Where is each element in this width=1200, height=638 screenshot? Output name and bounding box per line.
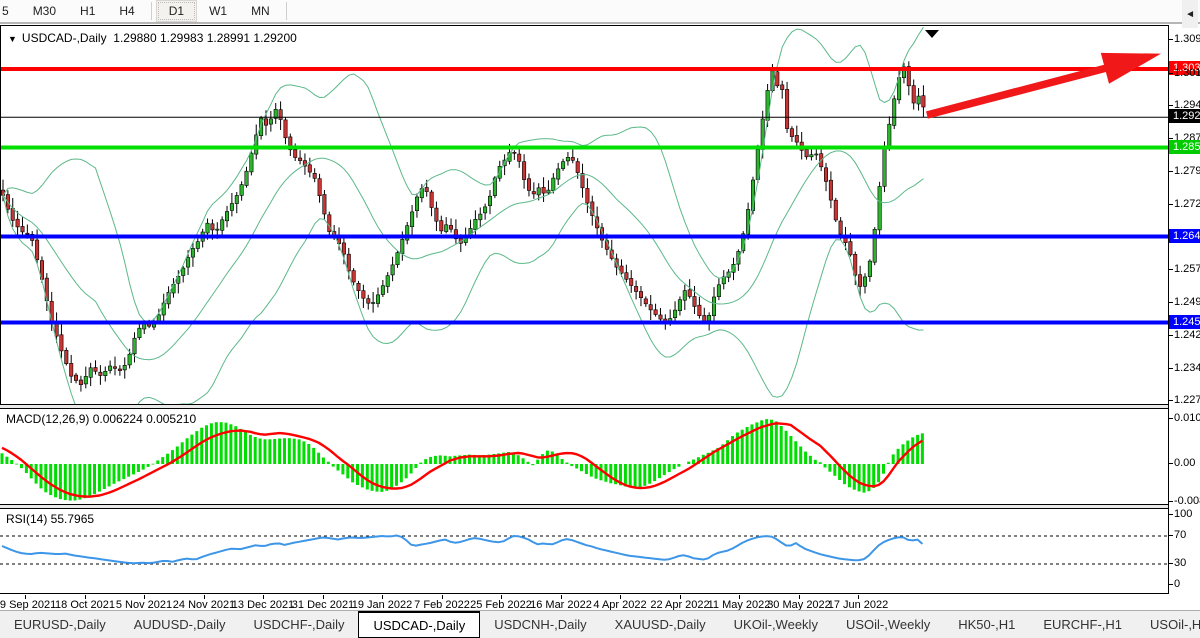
price-axis-label: 1.3019	[1174, 67, 1200, 79]
rsi-line	[2, 536, 922, 564]
price-badge-1.2452: 1.2452	[1169, 315, 1200, 329]
price-axis-label: 1.3095	[1174, 33, 1200, 45]
price-axis-tick	[1169, 138, 1173, 139]
candles	[1, 61, 925, 391]
price-badge-1.2648: 1.2648	[1169, 229, 1200, 243]
price-axis-tick	[1169, 171, 1173, 172]
chart-symbol-label: USDCAD-,Daily	[22, 31, 107, 45]
timeframe-button-w1[interactable]: W1	[197, 0, 239, 22]
price-axis-tick	[1169, 335, 1173, 336]
trend-arrow-shaft	[927, 66, 1115, 115]
price-axis-tick	[1169, 302, 1173, 303]
rsi-axis: 100 70 30 0	[1169, 508, 1200, 595]
price-badge-1.2851: 1.2851	[1169, 140, 1200, 154]
tab-scroll-left-icon[interactable]: ◄	[1182, 0, 1198, 28]
rsi-panel[interactable]: RSI(14) 55.7965	[0, 508, 1168, 594]
rsi-axis-tick	[1169, 514, 1173, 515]
macd-axis-label: 0.01057	[1174, 412, 1200, 424]
symbol-tab-hk50-h1[interactable]: HK50-,H1	[944, 611, 1029, 638]
macd-axis-label: -0.0089	[1174, 495, 1200, 506]
rsi-label: RSI(14) 55.7965	[6, 512, 94, 526]
bollinger-lower	[3, 195, 923, 404]
symbol-tab-usdchf-daily[interactable]: USDCHF-,Daily	[239, 611, 358, 638]
macd-axis-tick	[1169, 463, 1173, 464]
macd-signal-line	[2, 423, 922, 496]
price-axis-label: 1.2721	[1174, 198, 1200, 210]
price-axis-label: 1.2273	[1174, 394, 1200, 406]
rsi-axis-tick	[1169, 535, 1173, 536]
rsi-axis-label: 30	[1174, 557, 1186, 569]
symbol-tab-usdcad-daily[interactable]: USDCAD-,Daily	[358, 611, 480, 638]
rsi-canvas[interactable]	[0, 509, 1168, 593]
symbol-tab-eurusd-daily[interactable]: EURUSD-,Daily	[0, 611, 120, 638]
price-axis-label: 1.2497	[1174, 296, 1200, 308]
macd-axis-tick	[1169, 418, 1173, 419]
price-axis-label: 1.2421	[1174, 329, 1200, 341]
price-axis-tick	[1169, 368, 1173, 369]
symbol-tab-usdcnh-daily[interactable]: USDCNH-,Daily	[480, 611, 600, 638]
symbol-dropdown-icon[interactable]: ▼	[8, 34, 17, 44]
timeframe-button-h1[interactable]: H1	[68, 0, 107, 22]
price-axis-tick	[1169, 204, 1173, 205]
macd-axis-label: 0.00	[1174, 457, 1195, 469]
price-chart-canvas[interactable]	[1, 26, 1169, 404]
main-chart-panel[interactable]: ▼ USDCAD-,Daily 1.29880 1.29983 1.28991 1…	[0, 25, 1169, 405]
timeframe-button-h4[interactable]: H4	[107, 0, 146, 22]
price-axis-label: 1.2347	[1174, 362, 1200, 374]
price-axis-tick	[1169, 269, 1173, 270]
macd-axis-tick	[1169, 501, 1173, 502]
trading-platform-window: 5M30H1H4 D1W1MN ▼ USDCAD-,Daily 1.29880 1.…	[0, 0, 1200, 638]
timeframe-button-m30[interactable]: M30	[21, 0, 68, 22]
price-axis-tick	[1169, 400, 1173, 401]
symbol-tab-usoil-h4[interactable]: USOil-,H4	[1136, 611, 1200, 638]
rsi-axis-tick	[1169, 563, 1173, 564]
price-axis-tick	[1169, 73, 1173, 74]
price-axis-tick	[1169, 39, 1173, 40]
rsi-axis-label: 0	[1174, 578, 1180, 590]
symbol-tab-xauusd-daily[interactable]: XAUUSD-,Daily	[601, 611, 720, 638]
toolbar-separator	[286, 2, 287, 20]
symbol-tab-ukoil-weekly[interactable]: UKOil-,Weekly	[720, 611, 832, 638]
price-axis-tick	[1169, 105, 1173, 106]
symbol-marker-icon	[925, 30, 939, 38]
timeframe-button-mn[interactable]: MN	[239, 0, 282, 22]
toolbar-separator	[151, 2, 152, 20]
symbol-tab-audusd-daily[interactable]: AUDUSD-,Daily	[120, 611, 240, 638]
price-axis-label: 1.2571	[1174, 263, 1200, 275]
symbol-tab-usoil-weekly[interactable]: USOil-,Weekly	[832, 611, 944, 638]
symbol-tab-eurchf-h1[interactable]: EURCHF-,H1	[1029, 611, 1136, 638]
price-axis[interactable]: 1.30951.30301.30191.29451.29201.28711.28…	[1169, 25, 1200, 407]
timeframe-button-d1[interactable]: D1	[156, 0, 197, 22]
chart-title: ▼ USDCAD-,Daily 1.29880 1.29983 1.28991 1…	[8, 31, 297, 45]
macd-panel[interactable]: MACD(12,26,9) 0.006224 0.005210	[0, 408, 1168, 505]
macd-label: MACD(12,26,9) 0.006224 0.005210	[6, 412, 196, 426]
rsi-axis-label: 100	[1174, 508, 1192, 520]
rsi-axis-tick	[1169, 584, 1173, 585]
symbol-tabbar: EURUSD-,DailyAUDUSD-,DailyUSDCHF-,DailyU…	[0, 610, 1200, 638]
price-axis-label: 1.2795	[1174, 165, 1200, 177]
timeframe-toolbar: 5M30H1H4 D1W1MN	[0, 0, 1200, 24]
macd-histogram	[1, 419, 924, 501]
macd-axis: 0.01057 0.00 -0.0089	[1169, 408, 1200, 506]
chart-region: ▼ USDCAD-,Daily 1.29880 1.29983 1.28991 1…	[0, 24, 1200, 610]
rsi-axis-label: 70	[1174, 529, 1186, 541]
timeframe-button-5[interactable]: 5	[0, 0, 21, 22]
bollinger-upper	[3, 27, 923, 322]
price-badge-1.2920: 1.2920	[1169, 109, 1200, 123]
chart-ohlc-values: 1.29880 1.29983 1.28991 1.29200	[113, 31, 297, 45]
